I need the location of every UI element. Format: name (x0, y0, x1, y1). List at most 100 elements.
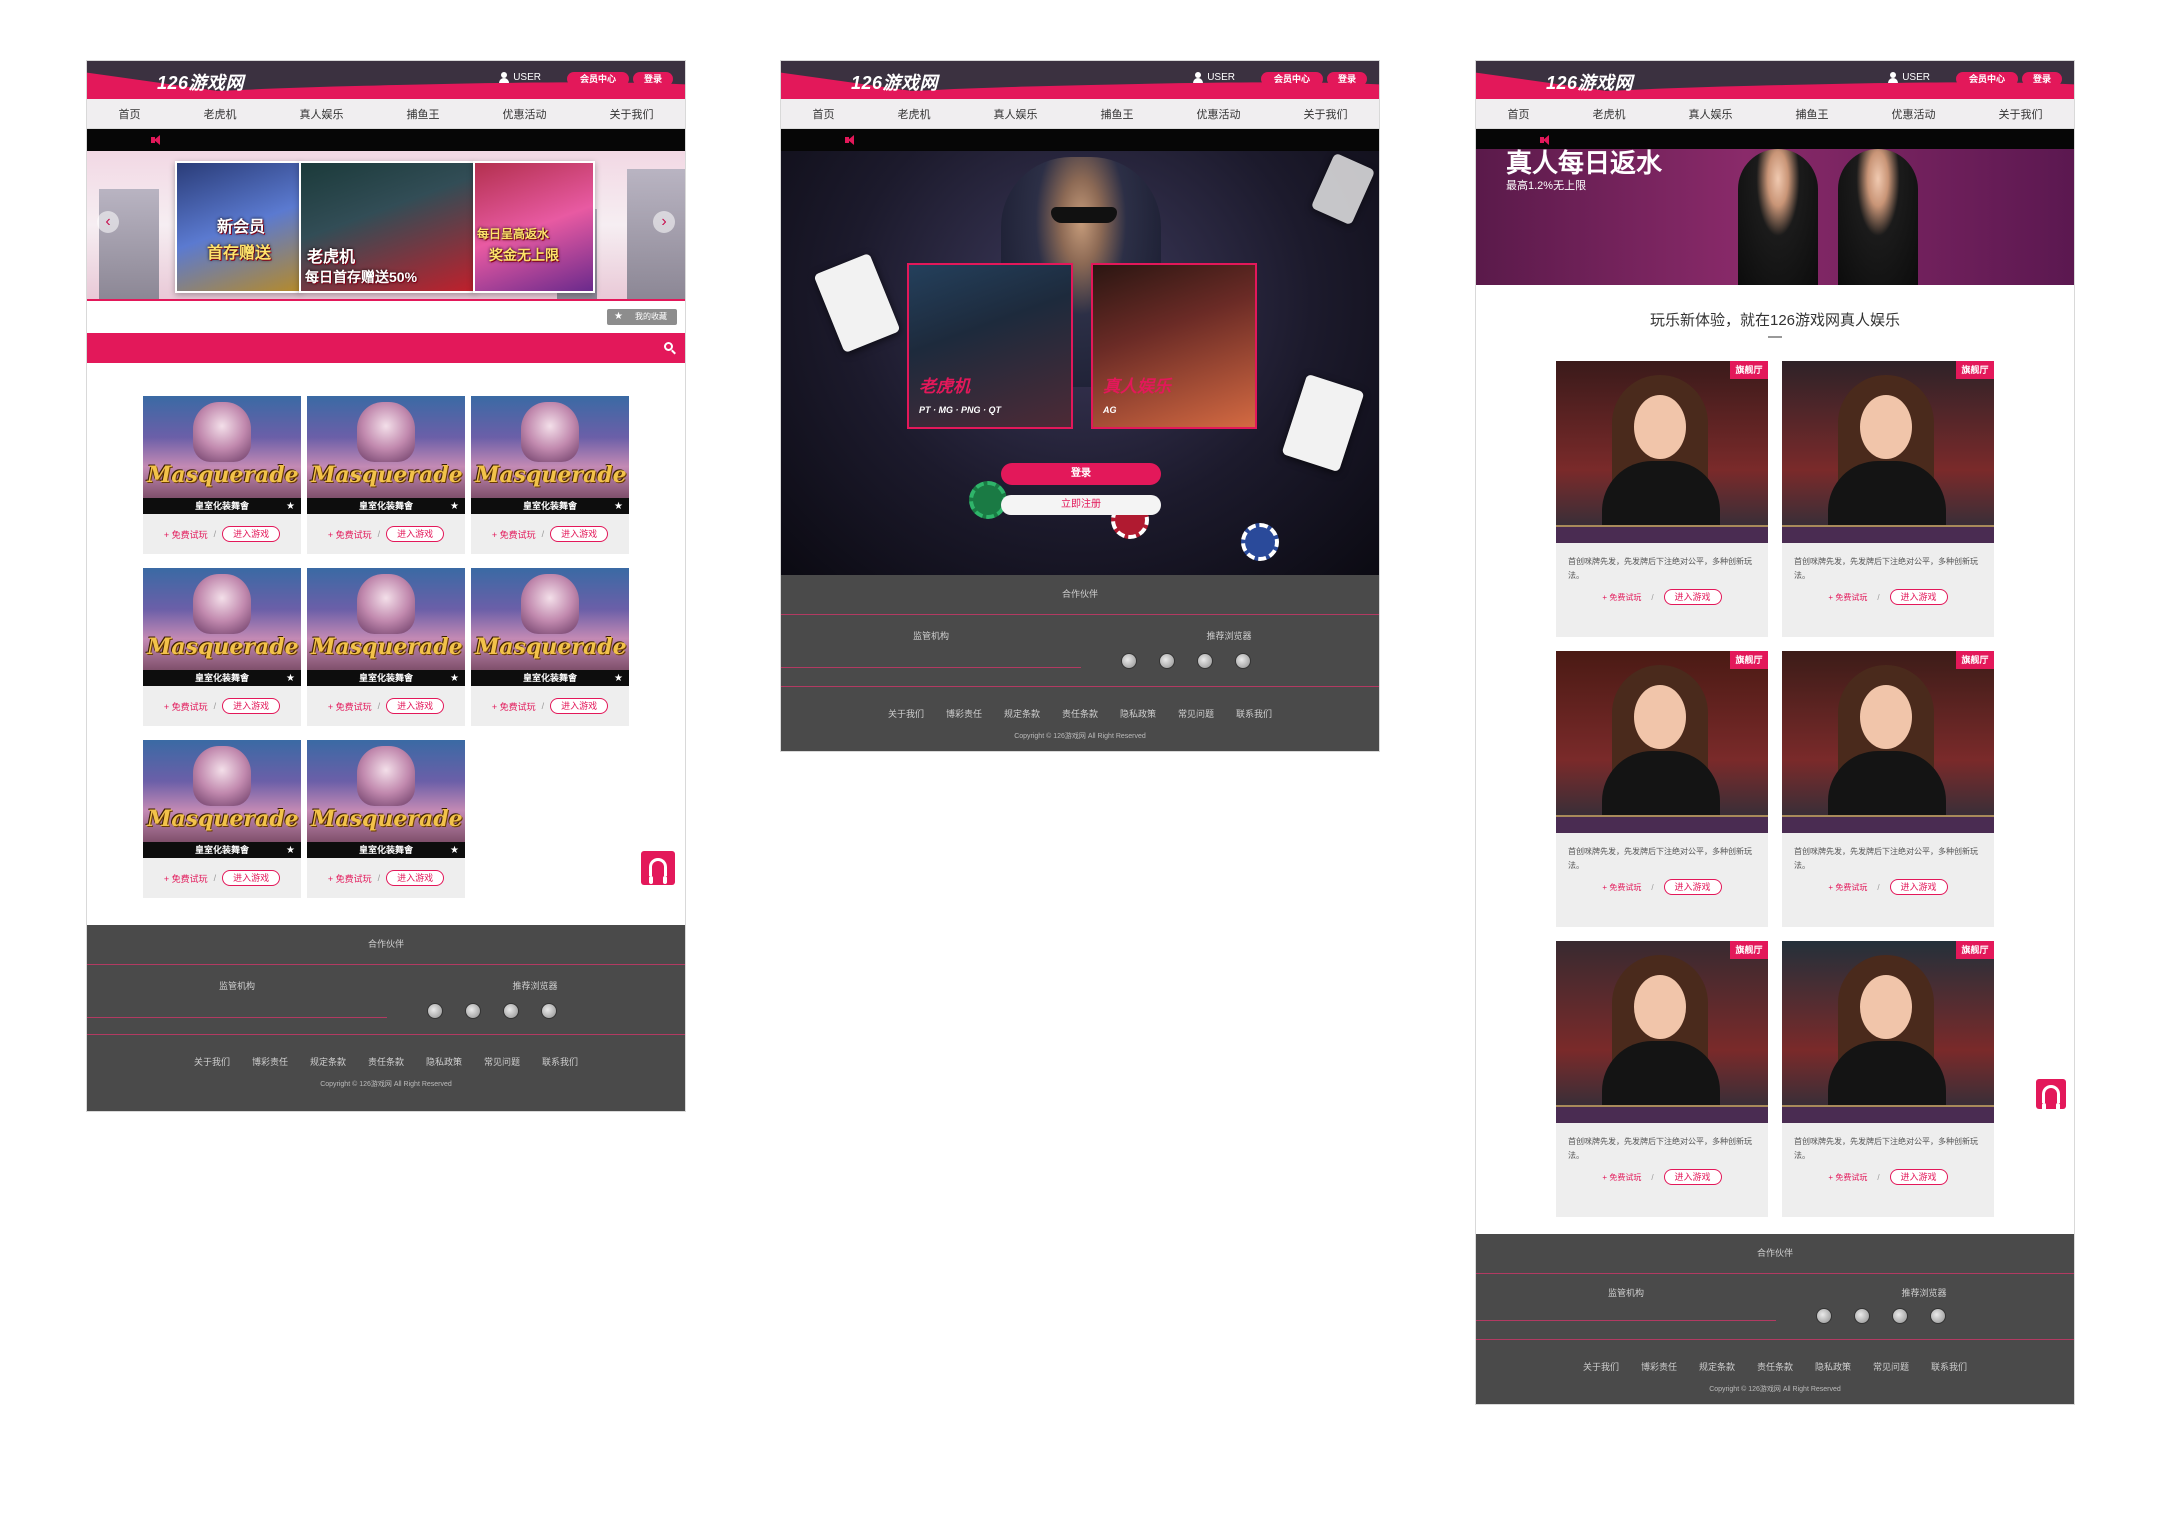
footer-link-liability[interactable]: 责任条款 (1062, 707, 1098, 731)
live-promo-banner[interactable]: 真人每日返水 最高1.2%无上限 (1476, 149, 2074, 285)
slot-game-card[interactable]: Masquerade 皇室化装舞會 ★ + 免费试玩 / 进入游戏 (307, 740, 465, 898)
free-trial-link[interactable]: + 免费试玩 (1828, 882, 1867, 893)
nav-item-live[interactable]: 真人娱乐 (300, 106, 344, 122)
free-trial-link[interactable]: + 免费试玩 (164, 872, 208, 885)
customer-support-button[interactable] (2036, 1079, 2066, 1111)
slot-game-thumbnail[interactable]: Masquerade 皇室化装舞會 ★ (143, 740, 301, 858)
slot-game-thumbnail[interactable]: Masquerade 皇室化装舞會 ★ (307, 740, 465, 858)
nav-item-promotions[interactable]: 优惠活动 (1197, 106, 1241, 122)
search-bar[interactable] (87, 333, 685, 363)
dealer-photo[interactable]: 旗舰厅 (1782, 361, 1994, 543)
slot-game-card[interactable]: Masquerade 皇室化装舞會 ★ + 免费试玩 / 进入游戏 (143, 568, 301, 726)
dealer-card[interactable]: 旗舰厅 首创咪牌先发，先发牌后下注绝对公平，多种创新玩法。 + 免费试玩 / 进入游戏 (1782, 941, 1994, 1217)
favorite-star-icon[interactable]: ★ (614, 673, 623, 684)
slot-game-card[interactable]: Masquerade 皇室化装舞會 ★ + 免费试玩 / 进入游戏 (471, 396, 629, 554)
enter-game-button[interactable]: 进入游戏 (1889, 1169, 1948, 1185)
dealer-photo[interactable]: 旗舰厅 (1556, 651, 1768, 833)
footer-link-about[interactable]: 关于我们 (194, 1055, 230, 1079)
footer-link-responsible[interactable]: 博彩责任 (1641, 1360, 1677, 1384)
enter-game-button[interactable]: 进入游戏 (222, 526, 281, 542)
free-trial-link[interactable]: + 免费试玩 (328, 872, 372, 885)
footer-link-responsible[interactable]: 博彩责任 (946, 707, 982, 731)
dealer-card[interactable]: 旗舰厅 首创咪牌先发，先发牌后下注绝对公平，多种创新玩法。 + 免费试玩 / 进入游戏 (1556, 361, 1768, 637)
dealer-card[interactable]: 旗舰厅 首创咪牌先发，先发牌后下注绝对公平，多种创新玩法。 + 免费试玩 / 进入游戏 (1556, 941, 1768, 1217)
dealer-photo[interactable]: 旗舰厅 (1782, 941, 1994, 1123)
footer-link-contact[interactable]: 联系我们 (1236, 707, 1272, 731)
enter-game-button[interactable]: 进入游戏 (1663, 879, 1722, 895)
member-center-button[interactable]: 会员中心 (1261, 72, 1323, 86)
footer-link-privacy[interactable]: 隐私政策 (1120, 707, 1156, 731)
enter-game-button[interactable]: 进入游戏 (222, 870, 281, 886)
user-indicator[interactable]: USER (1888, 72, 1930, 83)
footer-link-faq[interactable]: 常见问题 (1178, 707, 1214, 731)
hero-register-button[interactable]: 立即注册 (1001, 495, 1161, 515)
safari-icon[interactable] (1197, 653, 1213, 669)
free-trial-link[interactable]: + 免费试玩 (1602, 1172, 1641, 1183)
chrome-icon[interactable] (427, 1003, 443, 1019)
footer-link-privacy[interactable]: 隐私政策 (1815, 1360, 1851, 1384)
slot-game-card[interactable]: Masquerade 皇室化装舞會 ★ + 免费试玩 / 进入游戏 (143, 740, 301, 898)
enter-game-button[interactable]: 进入游戏 (1663, 1169, 1722, 1185)
nav-item-slots[interactable]: 老虎机 (898, 106, 931, 122)
ie-icon[interactable] (1930, 1308, 1946, 1324)
ie-icon[interactable] (541, 1003, 557, 1019)
enter-game-button[interactable]: 进入游戏 (222, 698, 281, 714)
live-casino-tile[interactable]: 真人娱乐 AG (1091, 263, 1257, 429)
footer-link-rules[interactable]: 规定条款 (1699, 1360, 1735, 1384)
nav-item-about[interactable]: 关于我们 (610, 106, 654, 122)
free-trial-link[interactable]: + 免费试玩 (164, 528, 208, 541)
nav-item-promotions[interactable]: 优惠活动 (1892, 106, 1936, 122)
search-icon[interactable] (664, 342, 673, 351)
slot-game-thumbnail[interactable]: Masquerade 皇室化装舞會 ★ (471, 396, 629, 514)
favorites-button[interactable]: 我的收藏 (607, 309, 677, 325)
enter-game-button[interactable]: 进入游戏 (386, 698, 445, 714)
footer-link-liability[interactable]: 责任条款 (1757, 1360, 1793, 1384)
slot-game-thumbnail[interactable]: Masquerade 皇室化装舞會 ★ (307, 396, 465, 514)
free-trial-link[interactable]: + 免费试玩 (492, 700, 536, 713)
free-trial-link[interactable]: + 免费试玩 (1828, 1172, 1867, 1183)
enter-game-button[interactable]: 进入游戏 (1889, 879, 1948, 895)
free-trial-link[interactable]: + 免费试玩 (328, 700, 372, 713)
enter-game-button[interactable]: 进入游戏 (550, 526, 609, 542)
dealer-photo[interactable]: 旗舰厅 (1556, 361, 1768, 543)
ie-icon[interactable] (1235, 653, 1251, 669)
footer-link-about[interactable]: 关于我们 (888, 707, 924, 731)
firefox-icon[interactable] (1854, 1308, 1870, 1324)
user-indicator[interactable]: USER (1193, 72, 1235, 83)
free-trial-link[interactable]: + 免费试玩 (164, 700, 208, 713)
user-indicator[interactable]: USER (499, 72, 541, 83)
firefox-icon[interactable] (1159, 653, 1175, 669)
dealer-photo[interactable]: 旗舰厅 (1782, 651, 1994, 833)
slot-game-thumbnail[interactable]: Masquerade 皇室化装舞會 ★ (143, 568, 301, 686)
customer-support-button[interactable] (641, 851, 675, 885)
free-trial-link[interactable]: + 免费试玩 (1602, 882, 1641, 893)
dealer-card[interactable]: 旗舰厅 首创咪牌先发，先发牌后下注绝对公平，多种创新玩法。 + 免费试玩 / 进入游戏 (1556, 651, 1768, 927)
dealer-card[interactable]: 旗舰厅 首创咪牌先发，先发牌后下注绝对公平，多种创新玩法。 + 免费试玩 / 进入游戏 (1782, 361, 1994, 637)
nav-item-promotions[interactable]: 优惠活动 (503, 106, 547, 122)
hero-login-button[interactable]: 登录 (1001, 463, 1161, 485)
firefox-icon[interactable] (465, 1003, 481, 1019)
slot-game-thumbnail[interactable]: Masquerade 皇室化装舞會 ★ (307, 568, 465, 686)
login-button[interactable]: 登录 (633, 72, 673, 86)
login-button[interactable]: 登录 (2022, 72, 2062, 86)
nav-item-home[interactable]: 首页 (813, 106, 835, 122)
nav-item-fishing[interactable]: 捕鱼王 (407, 106, 440, 122)
nav-item-fishing[interactable]: 捕鱼王 (1101, 106, 1134, 122)
dealer-photo[interactable]: 旗舰厅 (1556, 941, 1768, 1123)
favorite-star-icon[interactable]: ★ (286, 501, 295, 512)
enter-game-button[interactable]: 进入游戏 (1889, 589, 1948, 605)
footer-link-responsible[interactable]: 博彩责任 (252, 1055, 288, 1079)
nav-item-slots[interactable]: 老虎机 (204, 106, 237, 122)
nav-item-slots[interactable]: 老虎机 (1593, 106, 1626, 122)
slot-game-thumbnail[interactable]: Masquerade 皇室化装舞會 ★ (471, 568, 629, 686)
slot-game-thumbnail[interactable]: Masquerade 皇室化装舞會 ★ (143, 396, 301, 514)
login-button[interactable]: 登录 (1327, 72, 1367, 86)
nav-item-home[interactable]: 首页 (119, 106, 141, 122)
site-logo[interactable]: 126游戏网 (157, 69, 244, 95)
free-trial-link[interactable]: + 免费试玩 (1828, 592, 1867, 603)
favorite-star-icon[interactable]: ★ (450, 845, 459, 856)
chrome-icon[interactable] (1121, 653, 1137, 669)
footer-link-about[interactable]: 关于我们 (1583, 1360, 1619, 1384)
free-trial-link[interactable]: + 免费试玩 (492, 528, 536, 541)
banner-prev-arrow[interactable]: ‹ (97, 211, 119, 233)
